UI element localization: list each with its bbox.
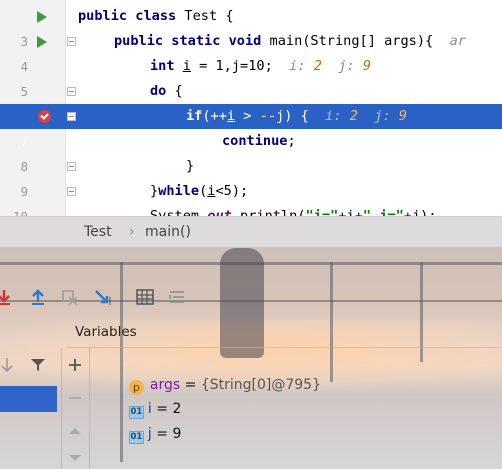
- variable: i: [182, 58, 191, 74]
- inline-hint-label: j:: [338, 58, 355, 74]
- breadcrumb-item-method[interactable]: main(): [145, 217, 191, 248]
- inline-hint-value: 2: [349, 108, 358, 124]
- code-line-9[interactable]: 9 }: [0, 154, 502, 199]
- variable-value: 9: [172, 426, 182, 442]
- code-text: (++: [202, 108, 227, 124]
- keyword: public class: [78, 8, 177, 24]
- string-literal: "i=": [305, 208, 339, 216]
- code-text: main(String[] args){: [261, 33, 434, 49]
- move-up-icon[interactable]: [67, 423, 83, 439]
- run-icon[interactable]: [37, 36, 47, 48]
- code-text: {: [166, 83, 183, 99]
- code-text: ;: [287, 133, 296, 149]
- fold-icon[interactable]: [67, 162, 76, 171]
- code-text: System.: [150, 208, 208, 216]
- keyword: do: [150, 83, 167, 99]
- debugger-toolbar: [0, 282, 200, 312]
- inline-hint-value: 2: [313, 58, 322, 74]
- keyword: while: [158, 183, 200, 199]
- equals-sign: =: [151, 426, 173, 442]
- code-line-10[interactable]: 10 }while(i<5);: [0, 179, 502, 216]
- variables-side-toolbar: [62, 348, 90, 469]
- arrow-down-icon[interactable]: [0, 357, 14, 373]
- inline-hint-value: 9: [362, 58, 372, 74]
- evaluate-expression-icon[interactable]: [135, 287, 155, 307]
- keyword: if: [186, 108, 203, 124]
- selected-frame[interactable]: [0, 386, 57, 412]
- inline-hint: ar: [449, 33, 466, 49]
- inline-hint-label: j:: [374, 108, 391, 124]
- code-text: Test {: [176, 8, 234, 24]
- code-text: .println(: [231, 208, 306, 216]
- variable-row-j[interactable]: 01 j = 9: [120, 401, 181, 444]
- code-line-5[interactable]: 5 int i = 1,j=10; i: 2 j: 9: [0, 54, 502, 99]
- run-icon[interactable]: [37, 11, 47, 23]
- equals-sign: =: [180, 377, 201, 393]
- run-to-cursor-icon[interactable]: [93, 287, 113, 307]
- field: out: [207, 208, 232, 216]
- drop-frame-icon[interactable]: [60, 287, 80, 307]
- variable-row-i[interactable]: 01 i = 2: [120, 376, 181, 419]
- code-text: +i+: [338, 208, 363, 216]
- inline-hint-label: i:: [325, 108, 342, 124]
- fold-icon[interactable]: [67, 112, 76, 121]
- code-text: }: [186, 158, 195, 174]
- code-text: <5);: [215, 183, 249, 199]
- breadcrumb-separator: ›: [129, 224, 135, 240]
- code-line-6[interactable]: 6 do {: [0, 79, 502, 124]
- filter-icon[interactable]: [30, 358, 46, 372]
- fold-icon[interactable]: [67, 187, 76, 196]
- code-line-11[interactable]: 11 System.out.println("i="+i+",j="+j);: [0, 204, 502, 216]
- code-line-4[interactable]: 4 public static void main(String[] args)…: [0, 29, 502, 74]
- keyword: continue: [222, 133, 288, 149]
- variables-title: Variables: [75, 324, 137, 340]
- inline-hint-label: i:: [289, 58, 306, 74]
- code-line-7-current[interactable]: 7 if(++i > --j) { i: 2 j: 9: [0, 104, 502, 149]
- breadcrumb: Test › main(): [0, 216, 502, 247]
- keyword: int: [150, 58, 175, 74]
- step-into-force-icon[interactable]: [0, 287, 14, 307]
- code-text: +j);: [403, 208, 437, 216]
- inline-hint-value: 9: [398, 108, 408, 124]
- code-text: > --j) {: [235, 108, 309, 124]
- code-text: }: [150, 183, 159, 199]
- variable-row-args[interactable]: p args = {String[0]@795}: [120, 352, 321, 395]
- fold-icon[interactable]: [67, 37, 76, 46]
- variable: i: [226, 108, 236, 124]
- breakpoint-icon[interactable]: [38, 110, 51, 123]
- code-line-8[interactable]: 8 continue;: [0, 129, 502, 174]
- primitive-icon: 01: [128, 431, 144, 444]
- breadcrumb-item-class[interactable]: Test: [84, 217, 112, 248]
- code-text: = 1,j=10;: [190, 58, 273, 74]
- string-literal: ",j=": [362, 208, 404, 216]
- step-out-icon[interactable]: [28, 287, 48, 307]
- code-editor[interactable]: 3 public class Test { 4 public static vo…: [0, 0, 502, 216]
- keyword: public static void: [114, 33, 262, 49]
- remove-icon[interactable]: [67, 390, 83, 406]
- fold-icon[interactable]: [67, 87, 76, 96]
- code-line-3[interactable]: 3 public class Test {: [0, 4, 502, 49]
- add-icon[interactable]: [67, 357, 83, 373]
- variables-header: Variables: [66, 318, 502, 348]
- variable-value: {String[0]@795}: [200, 377, 321, 393]
- move-down-icon[interactable]: [67, 452, 83, 466]
- trace-icon[interactable]: [167, 287, 187, 307]
